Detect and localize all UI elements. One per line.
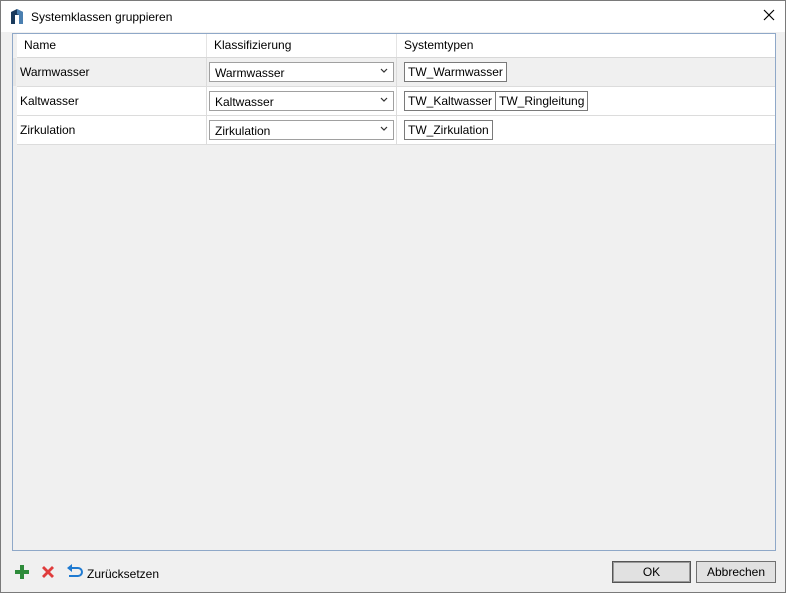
row-name: Warmwasser: [20, 65, 90, 79]
column-header-name[interactable]: Name: [17, 34, 207, 57]
classification-dropdown[interactable]: Zirkulation: [209, 120, 394, 140]
plus-icon[interactable]: [14, 564, 30, 580]
classification-dropdown[interactable]: Kaltwasser: [209, 91, 394, 111]
classification-value: Zirkulation: [215, 124, 271, 138]
classification-dropdown[interactable]: Warmwasser: [209, 62, 394, 82]
title-bar: Systemklassen gruppieren: [1, 1, 785, 32]
column-header-systemtypes[interactable]: Systemtypen: [397, 34, 775, 57]
systemtype-chip[interactable]: TW_Kaltwasser: [404, 91, 497, 111]
undo-arrow-icon[interactable]: [66, 564, 83, 580]
classification-value: Warmwasser: [215, 66, 285, 80]
classification-cell: Kaltwasser: [207, 87, 397, 115]
app-logo-icon: [10, 9, 24, 25]
table-row[interactable]: Warmwasser Warmwasser TW_Warmwasser: [13, 58, 775, 87]
systemtypes-cell: TW_Zirkulation: [397, 116, 775, 144]
table-row[interactable]: Zirkulation Zirkulation TW_Zirkulation: [17, 116, 775, 145]
row-selector[interactable]: [13, 58, 16, 86]
close-button[interactable]: [753, 1, 785, 32]
systemtypes-cell: TW_Warmwasser: [397, 58, 775, 86]
systemtype-chip[interactable]: TW_Warmwasser: [404, 62, 507, 82]
ok-button[interactable]: OK: [612, 561, 691, 583]
row-name: Zirkulation: [20, 123, 76, 137]
system-classes-grid: Name Klassifizierung Systemtypen Warmwas…: [12, 33, 776, 551]
classification-cell: Zirkulation: [207, 116, 397, 144]
chevron-down-icon: [380, 93, 388, 110]
column-header-classification[interactable]: Klassifizierung: [207, 34, 397, 57]
cancel-button[interactable]: Abbrechen: [696, 561, 776, 583]
table-row[interactable]: Kaltwasser Kaltwasser TW_Kaltwasser TW_R…: [17, 87, 775, 116]
dialog-footer: Zurücksetzen OK Abbrechen: [1, 556, 785, 592]
delete-x-icon[interactable]: [40, 564, 56, 580]
classification-value: Kaltwasser: [215, 95, 274, 109]
systemtype-chip[interactable]: TW_Ringleitung: [495, 91, 589, 111]
grid-header: Name Klassifizierung Systemtypen: [17, 34, 775, 58]
systemtypes-cell: TW_Kaltwasser TW_Ringleitung: [397, 87, 775, 115]
dialog-window: Systemklassen gruppieren Name Klassifizi…: [0, 0, 786, 593]
name-cell[interactable]: Zirkulation: [17, 116, 207, 144]
chevron-down-icon: [380, 122, 388, 139]
systemtype-chip[interactable]: TW_Zirkulation: [404, 120, 493, 140]
name-cell[interactable]: Warmwasser: [17, 58, 207, 86]
row-name: Kaltwasser: [20, 94, 79, 108]
chevron-down-icon: [380, 64, 388, 81]
window-title: Systemklassen gruppieren: [31, 10, 173, 24]
name-cell[interactable]: Kaltwasser: [17, 87, 207, 115]
classification-cell: Warmwasser: [207, 58, 397, 86]
close-icon: [763, 9, 775, 24]
reset-button[interactable]: Zurücksetzen: [87, 567, 159, 581]
